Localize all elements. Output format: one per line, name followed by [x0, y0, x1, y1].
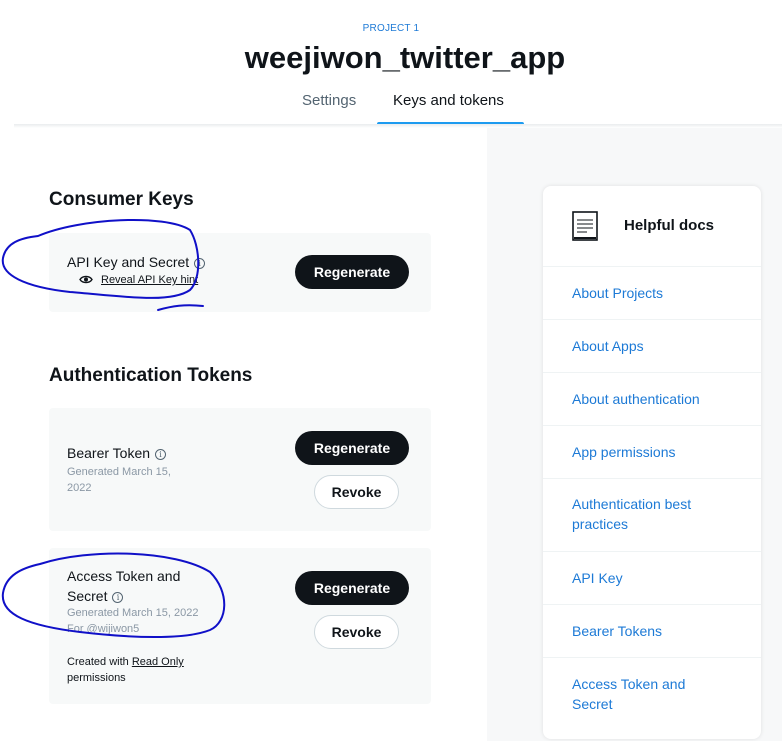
tab-keys-and-tokens[interactable]: Keys and tokens: [393, 92, 504, 109]
info-icon[interactable]: i: [155, 449, 167, 460]
regenerate-api-key-button[interactable]: Regenerate: [295, 255, 409, 289]
doc-link-access-token-and-secret[interactable]: Access Token and Secret: [543, 658, 761, 731]
helpful-docs-title: Helpful docs: [624, 217, 715, 234]
page-header: PROJECT 1 weejiwon_twitter_app Settings …: [0, 0, 782, 128]
regenerate-bearer-token-button[interactable]: Regenerate: [295, 431, 409, 465]
document-icon: [572, 211, 598, 241]
bearer-token-card: Bearer Token i Generated March 15, 2022 R…: [49, 408, 431, 531]
access-token-owner: For @wijiwon5: [67, 623, 140, 635]
doc-link-app-permissions[interactable]: App permissions: [543, 426, 761, 479]
helpful-docs-header: Helpful docs: [543, 186, 761, 267]
doc-link-api-key[interactable]: API Key: [543, 552, 761, 605]
read-only-link[interactable]: Read Only: [132, 656, 184, 668]
auth-tokens-title: Authentication Tokens: [49, 365, 253, 386]
reveal-api-key-row: Reveal API Key hint: [79, 274, 198, 286]
doc-link-about-projects[interactable]: About Projects: [543, 267, 761, 320]
bearer-generated-date: Generated March 15, 2022: [67, 466, 171, 494]
helpful-docs-panel: Helpful docs About Projects About Apps A…: [543, 186, 761, 739]
tab-settings[interactable]: Settings: [302, 92, 356, 109]
regenerate-access-token-button[interactable]: Regenerate: [295, 571, 409, 605]
consumer-keys-title: Consumer Keys: [49, 189, 194, 210]
access-token-meta: Generated March 15, 2022 For @wijiwon5: [67, 605, 198, 637]
doc-link-about-authentication[interactable]: About authentication: [543, 373, 761, 426]
revoke-bearer-token-button[interactable]: Revoke: [314, 475, 399, 509]
access-generated-date: Generated March 15, 2022: [67, 607, 199, 619]
app-title: weejiwon_twitter_app: [244, 40, 566, 75]
doc-link-bearer-tokens[interactable]: Bearer Tokens: [543, 605, 761, 658]
project-label: PROJECT 1: [362, 23, 420, 34]
access-token-label: Access Token and Secret i: [67, 568, 181, 604]
eye-icon: [79, 275, 93, 284]
info-icon[interactable]: i: [112, 592, 124, 603]
reveal-api-key-link[interactable]: Reveal API Key hint: [101, 274, 198, 286]
info-icon[interactable]: i: [194, 258, 206, 269]
revoke-access-token-button[interactable]: Revoke: [314, 615, 399, 649]
api-key-label: API Key and Secret i: [67, 252, 206, 272]
access-permissions-note: Created with Read Only permissions: [67, 656, 184, 684]
api-key-card: API Key and Secret i Reveal API Key hint …: [49, 233, 431, 312]
doc-link-about-apps[interactable]: About Apps: [543, 320, 761, 373]
bearer-token-label: Bearer Token i: [67, 443, 167, 463]
doc-link-authentication-best-practices[interactable]: Authentication best practices: [543, 479, 761, 552]
access-token-card: Access Token and Secret i Generated March…: [49, 548, 431, 704]
